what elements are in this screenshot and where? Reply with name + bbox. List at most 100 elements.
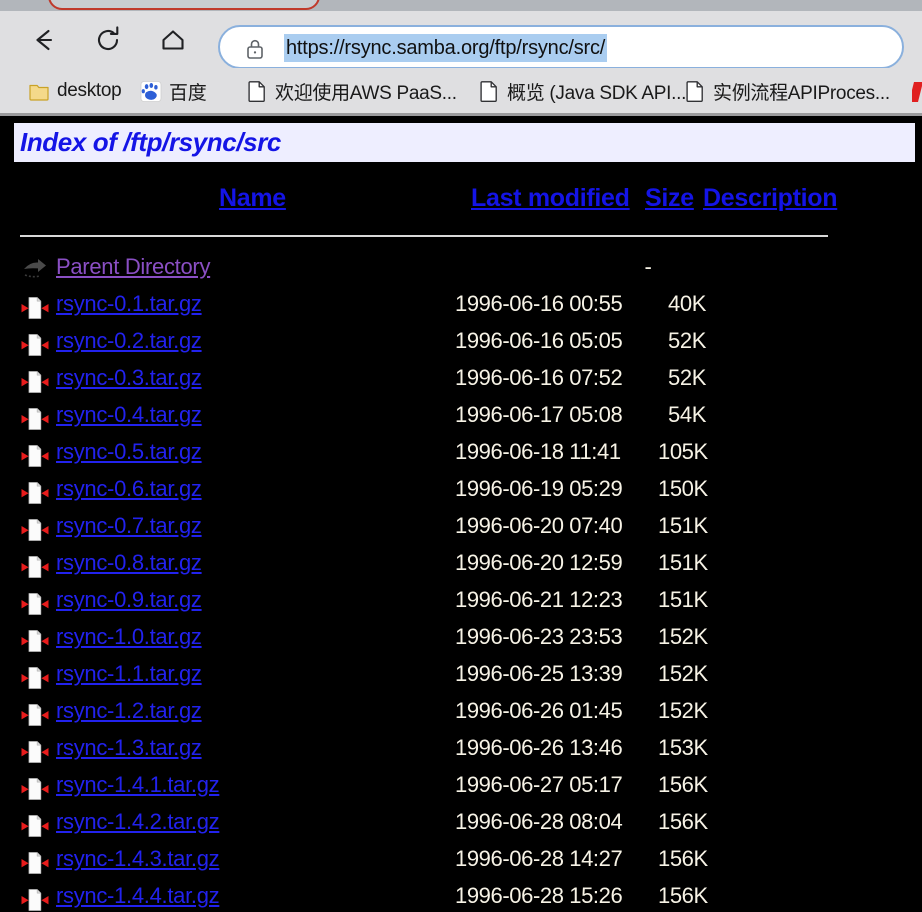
bookmark-label: 欢迎使用AWS PaaS... [275,78,457,105]
table-row: rsync-1.4.2.tar.gz 1996-06-28 08:04 156K [0,807,922,844]
compressed-file-icon [21,295,49,321]
file-last-modified: 1996-06-28 14:27 [455,846,622,872]
file-link[interactable]: rsync-1.4.1.tar.gz [56,772,219,798]
bookmark-desktop[interactable]: desktop [28,77,121,105]
file-link[interactable]: rsync-1.0.tar.gz [56,624,202,650]
table-row: rsync-0.7.tar.gz1996-06-20 07:40151K [0,511,922,548]
table-row: rsync-0.4.tar.gz1996-06-17 05:0854K [0,400,922,437]
file-size: 156K [658,846,706,872]
file-link[interactable]: rsync-0.8.tar.gz [56,550,202,576]
address-bar[interactable]: https://rsync.samba.org/ftp/rsync/src/ [218,25,904,69]
file-last-modified: 1996-06-19 05:29 [455,476,622,502]
page-title-text: Index of /ftp/rsync/src [14,127,281,158]
lock-icon [244,37,266,61]
file-size: 52K [658,365,706,391]
file-link[interactable]: rsync-0.9.tar.gz [56,587,202,613]
back-button[interactable] [27,23,61,57]
file-last-modified: 1996-06-16 05:05 [455,328,622,354]
table-row: rsync-1.0.tar.gz1996-06-23 23:53152K [0,622,922,659]
arrow-left-icon [27,23,61,57]
file-last-modified: 1996-06-27 05:17 [455,772,622,798]
file-size: 150K [658,476,706,502]
table-row: rsync-1.4.3.tar.gz 1996-06-28 14:27 156K [0,844,922,881]
compressed-file-icon [21,665,49,691]
file-link[interactable]: rsync-0.3.tar.gz [56,365,202,391]
table-row: rsync-0.8.tar.gz 1996-06-20 12:59 151K [0,548,922,585]
baidu-paw-icon [140,79,162,103]
reload-button[interactable] [91,23,125,57]
compressed-file-icon [21,406,49,432]
file-link[interactable]: rsync-0.5.tar.gz [56,439,202,465]
parent-directory-link[interactable]: Parent Directory [56,254,210,280]
file-link[interactable]: rsync-1.3.tar.gz [56,735,202,761]
header-divider [20,235,828,237]
bookmark-label: desktop [57,80,121,102]
browser-window: https://rsync.samba.org/ftp/rsync/src/ d… [0,0,922,912]
file-link[interactable]: rsync-0.6.tar.gz [56,476,202,502]
file-link[interactable]: rsync-1.4.3.tar.gz [56,846,219,872]
table-row: rsync-1.3.tar.gz 1996-06-26 13:46 153K [0,733,922,770]
file-last-modified: 1996-06-18 11:41 [455,439,621,465]
browser-tab[interactable] [48,0,320,10]
bookmark-baidu[interactable]: 百度 [140,77,206,105]
folder-icon [28,79,50,103]
bookmark-java-sdk-api[interactable]: 概览 (Java SDK API... [478,77,686,105]
file-size: 153K [658,735,706,761]
column-header-size[interactable]: Size [645,184,694,213]
file-last-modified: 1996-06-26 13:46 [455,735,622,761]
column-header-last-modified[interactable]: Last modified [471,184,630,213]
table-header: Name Last modified Size Description [0,184,922,220]
file-link[interactable]: rsync-1.4.2.tar.gz [56,809,219,835]
column-header-description[interactable]: Description [703,184,837,213]
file-size: 151K [658,587,706,613]
home-icon [156,23,190,57]
compressed-file-icon [21,443,49,469]
compressed-file-icon [21,332,49,358]
bookmarks-bar: desktop 百度 欢迎使 [0,68,922,114]
table-row: rsync-1.4.1.tar.gz1996-06-27 05:17156K [0,770,922,807]
bookmark-api-process[interactable]: 实例流程APIProces... [684,77,890,105]
file-last-modified: 1996-06-23 23:53 [455,624,622,650]
table-row: rsync-1.2.tar.gz1996-06-26 01:45152K [0,696,922,733]
file-link[interactable]: rsync-0.1.tar.gz [56,291,202,317]
file-last-modified: 1996-06-25 13:39 [455,661,622,687]
compressed-file-icon [21,591,49,617]
file-link[interactable]: rsync-0.4.tar.gz [56,402,202,428]
file-size: 152K [658,698,706,724]
table-row: rsync-0.3.tar.gz 1996-06-16 07:52 52K [0,363,922,400]
file-size: 156K [658,809,706,835]
page-icon [478,79,500,103]
file-size: 151K [658,550,706,576]
file-last-modified: 1996-06-16 00:55 [455,291,622,317]
file-last-modified: 1996-06-17 05:08 [455,402,622,428]
compressed-file-icon [21,628,49,654]
file-link[interactable]: rsync-1.4.4.tar.gz [56,883,219,909]
file-last-modified: 1996-06-28 15:26 [455,883,622,909]
table-row: rsync-0.1.tar.gz1996-06-16 00:5540K [0,289,922,326]
file-last-modified: 1996-06-20 12:59 [455,550,622,576]
file-link[interactable]: rsync-0.2.tar.gz [56,328,202,354]
bookmark-label: 概览 (Java SDK API... [507,78,686,105]
file-size: 52K [658,328,706,354]
home-button[interactable] [156,23,190,57]
browser-toolbar: https://rsync.samba.org/ftp/rsync/src/ [0,11,922,68]
bookmark-aws-paas[interactable]: 欢迎使用AWS PaaS... [246,77,457,105]
bookmark-label: 百度 [169,78,206,105]
file-last-modified: 1996-06-21 12:23 [455,587,622,613]
file-last-modified: 1996-06-16 07:52 [455,365,622,391]
compressed-file-icon [21,776,49,802]
url-input[interactable]: https://rsync.samba.org/ftp/rsync/src/ [284,34,607,62]
file-last-modified: 1996-06-28 08:04 [455,809,622,835]
column-header-name[interactable]: Name [219,184,286,213]
directory-index-page: Index of /ftp/rsync/src Name Last modifi… [0,116,922,912]
file-size: 156K [658,883,706,909]
file-link[interactable]: rsync-0.7.tar.gz [56,513,202,539]
parent-directory-row: Parent Directory- [0,252,922,289]
table-row: rsync-0.2.tar.gz 1996-06-16 05:05 52K [0,326,922,363]
tab-strip [0,0,922,11]
compressed-file-icon [21,517,49,543]
bookmark-overflow-icon[interactable] [912,80,922,104]
file-link[interactable]: rsync-1.1.tar.gz [56,661,202,687]
file-link[interactable]: rsync-1.2.tar.gz [56,698,202,724]
compressed-file-icon [21,887,49,912]
